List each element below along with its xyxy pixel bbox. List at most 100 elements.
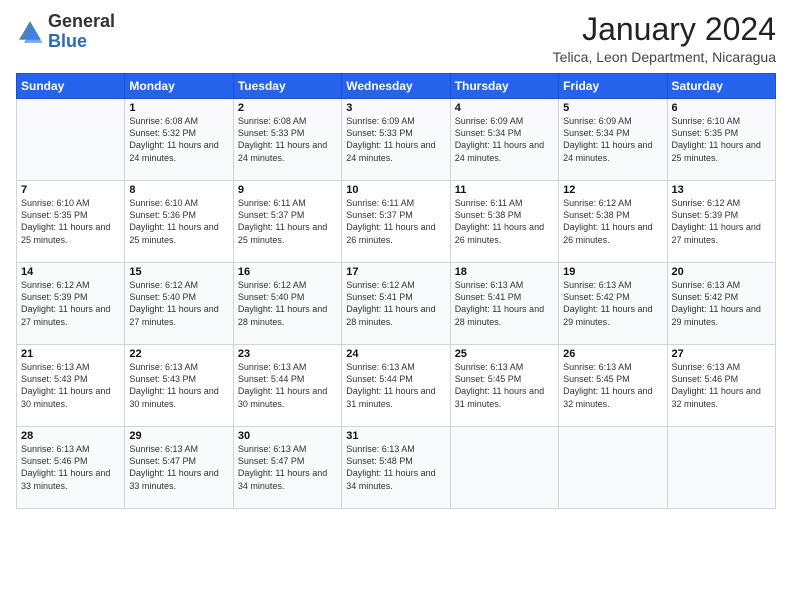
cell-details: Sunrise: 6:12 AM Sunset: 5:41 PM Dayligh… <box>346 279 445 328</box>
calendar-cell: 4Sunrise: 6:09 AM Sunset: 5:34 PM Daylig… <box>450 99 558 181</box>
cell-details: Sunrise: 6:13 AM Sunset: 5:43 PM Dayligh… <box>129 361 228 410</box>
day-number: 15 <box>129 266 228 278</box>
calendar-cell: 31Sunrise: 6:13 AM Sunset: 5:48 PM Dayli… <box>342 427 450 509</box>
cell-details: Sunrise: 6:09 AM Sunset: 5:33 PM Dayligh… <box>346 115 445 164</box>
col-sunday: Sunday <box>17 74 125 99</box>
calendar-cell: 17Sunrise: 6:12 AM Sunset: 5:41 PM Dayli… <box>342 263 450 345</box>
cell-details: Sunrise: 6:08 AM Sunset: 5:33 PM Dayligh… <box>238 115 337 164</box>
day-number: 3 <box>346 102 445 114</box>
logo: General Blue <box>16 12 115 52</box>
col-saturday: Saturday <box>667 74 775 99</box>
day-number: 14 <box>21 266 120 278</box>
day-number: 20 <box>672 266 771 278</box>
calendar-cell: 19Sunrise: 6:13 AM Sunset: 5:42 PM Dayli… <box>559 263 667 345</box>
day-number: 31 <box>346 430 445 442</box>
calendar-cell: 16Sunrise: 6:12 AM Sunset: 5:40 PM Dayli… <box>233 263 341 345</box>
calendar-cell <box>559 427 667 509</box>
title-block: January 2024 Telica, Leon Department, Ni… <box>553 12 776 65</box>
calendar-cell: 5Sunrise: 6:09 AM Sunset: 5:34 PM Daylig… <box>559 99 667 181</box>
logo-general: General <box>48 12 115 32</box>
calendar-header: Sunday Monday Tuesday Wednesday Thursday… <box>17 74 776 99</box>
calendar-cell: 26Sunrise: 6:13 AM Sunset: 5:45 PM Dayli… <box>559 345 667 427</box>
calendar-cell: 13Sunrise: 6:12 AM Sunset: 5:39 PM Dayli… <box>667 181 775 263</box>
day-number: 19 <box>563 266 662 278</box>
day-number: 23 <box>238 348 337 360</box>
calendar-cell <box>667 427 775 509</box>
calendar-week-4: 21Sunrise: 6:13 AM Sunset: 5:43 PM Dayli… <box>17 345 776 427</box>
calendar-cell: 11Sunrise: 6:11 AM Sunset: 5:38 PM Dayli… <box>450 181 558 263</box>
calendar-cell: 27Sunrise: 6:13 AM Sunset: 5:46 PM Dayli… <box>667 345 775 427</box>
col-monday: Monday <box>125 74 233 99</box>
calendar-cell: 8Sunrise: 6:10 AM Sunset: 5:36 PM Daylig… <box>125 181 233 263</box>
day-number: 30 <box>238 430 337 442</box>
cell-details: Sunrise: 6:13 AM Sunset: 5:48 PM Dayligh… <box>346 443 445 492</box>
day-number: 27 <box>672 348 771 360</box>
header: General Blue January 2024 Telica, Leon D… <box>16 12 776 65</box>
day-number: 26 <box>563 348 662 360</box>
calendar-cell: 3Sunrise: 6:09 AM Sunset: 5:33 PM Daylig… <box>342 99 450 181</box>
month-year: January 2024 <box>553 12 776 47</box>
cell-details: Sunrise: 6:13 AM Sunset: 5:45 PM Dayligh… <box>563 361 662 410</box>
calendar-cell: 28Sunrise: 6:13 AM Sunset: 5:46 PM Dayli… <box>17 427 125 509</box>
calendar-cell: 20Sunrise: 6:13 AM Sunset: 5:42 PM Dayli… <box>667 263 775 345</box>
logo-text: General Blue <box>48 12 115 52</box>
cell-details: Sunrise: 6:13 AM Sunset: 5:41 PM Dayligh… <box>455 279 554 328</box>
day-number: 17 <box>346 266 445 278</box>
day-number: 9 <box>238 184 337 196</box>
cell-details: Sunrise: 6:10 AM Sunset: 5:35 PM Dayligh… <box>21 197 120 246</box>
calendar-cell: 23Sunrise: 6:13 AM Sunset: 5:44 PM Dayli… <box>233 345 341 427</box>
calendar-cell: 25Sunrise: 6:13 AM Sunset: 5:45 PM Dayli… <box>450 345 558 427</box>
day-number: 12 <box>563 184 662 196</box>
col-thursday: Thursday <box>450 74 558 99</box>
cell-details: Sunrise: 6:10 AM Sunset: 5:35 PM Dayligh… <box>672 115 771 164</box>
cell-details: Sunrise: 6:13 AM Sunset: 5:44 PM Dayligh… <box>238 361 337 410</box>
calendar-week-1: 1Sunrise: 6:08 AM Sunset: 5:32 PM Daylig… <box>17 99 776 181</box>
calendar-week-2: 7Sunrise: 6:10 AM Sunset: 5:35 PM Daylig… <box>17 181 776 263</box>
cell-details: Sunrise: 6:09 AM Sunset: 5:34 PM Dayligh… <box>563 115 662 164</box>
calendar-cell: 14Sunrise: 6:12 AM Sunset: 5:39 PM Dayli… <box>17 263 125 345</box>
calendar-cell: 7Sunrise: 6:10 AM Sunset: 5:35 PM Daylig… <box>17 181 125 263</box>
cell-details: Sunrise: 6:10 AM Sunset: 5:36 PM Dayligh… <box>129 197 228 246</box>
calendar-cell: 22Sunrise: 6:13 AM Sunset: 5:43 PM Dayli… <box>125 345 233 427</box>
day-number: 16 <box>238 266 337 278</box>
logo-blue: Blue <box>48 32 115 52</box>
cell-details: Sunrise: 6:12 AM Sunset: 5:39 PM Dayligh… <box>672 197 771 246</box>
day-number: 24 <box>346 348 445 360</box>
cell-details: Sunrise: 6:13 AM Sunset: 5:44 PM Dayligh… <box>346 361 445 410</box>
day-number: 10 <box>346 184 445 196</box>
calendar-cell: 21Sunrise: 6:13 AM Sunset: 5:43 PM Dayli… <box>17 345 125 427</box>
calendar-week-5: 28Sunrise: 6:13 AM Sunset: 5:46 PM Dayli… <box>17 427 776 509</box>
cell-details: Sunrise: 6:13 AM Sunset: 5:47 PM Dayligh… <box>129 443 228 492</box>
day-number: 28 <box>21 430 120 442</box>
calendar-body: 1Sunrise: 6:08 AM Sunset: 5:32 PM Daylig… <box>17 99 776 509</box>
day-number: 29 <box>129 430 228 442</box>
day-number: 4 <box>455 102 554 114</box>
calendar-cell: 24Sunrise: 6:13 AM Sunset: 5:44 PM Dayli… <box>342 345 450 427</box>
cell-details: Sunrise: 6:09 AM Sunset: 5:34 PM Dayligh… <box>455 115 554 164</box>
day-number: 13 <box>672 184 771 196</box>
day-number: 18 <box>455 266 554 278</box>
calendar-cell: 18Sunrise: 6:13 AM Sunset: 5:41 PM Dayli… <box>450 263 558 345</box>
calendar-cell: 30Sunrise: 6:13 AM Sunset: 5:47 PM Dayli… <box>233 427 341 509</box>
cell-details: Sunrise: 6:13 AM Sunset: 5:47 PM Dayligh… <box>238 443 337 492</box>
header-row: Sunday Monday Tuesday Wednesday Thursday… <box>17 74 776 99</box>
calendar-cell: 29Sunrise: 6:13 AM Sunset: 5:47 PM Dayli… <box>125 427 233 509</box>
calendar-cell: 15Sunrise: 6:12 AM Sunset: 5:40 PM Dayli… <box>125 263 233 345</box>
calendar-table: Sunday Monday Tuesday Wednesday Thursday… <box>16 73 776 509</box>
calendar-cell: 10Sunrise: 6:11 AM Sunset: 5:37 PM Dayli… <box>342 181 450 263</box>
day-number: 25 <box>455 348 554 360</box>
day-number: 2 <box>238 102 337 114</box>
cell-details: Sunrise: 6:13 AM Sunset: 5:43 PM Dayligh… <box>21 361 120 410</box>
cell-details: Sunrise: 6:13 AM Sunset: 5:45 PM Dayligh… <box>455 361 554 410</box>
day-number: 11 <box>455 184 554 196</box>
cell-details: Sunrise: 6:11 AM Sunset: 5:38 PM Dayligh… <box>455 197 554 246</box>
location: Telica, Leon Department, Nicaragua <box>553 49 776 65</box>
calendar-cell <box>17 99 125 181</box>
day-number: 21 <box>21 348 120 360</box>
calendar-cell: 2Sunrise: 6:08 AM Sunset: 5:33 PM Daylig… <box>233 99 341 181</box>
cell-details: Sunrise: 6:11 AM Sunset: 5:37 PM Dayligh… <box>346 197 445 246</box>
page-container: General Blue January 2024 Telica, Leon D… <box>0 0 792 517</box>
col-friday: Friday <box>559 74 667 99</box>
calendar-cell: 6Sunrise: 6:10 AM Sunset: 5:35 PM Daylig… <box>667 99 775 181</box>
cell-details: Sunrise: 6:13 AM Sunset: 5:46 PM Dayligh… <box>21 443 120 492</box>
